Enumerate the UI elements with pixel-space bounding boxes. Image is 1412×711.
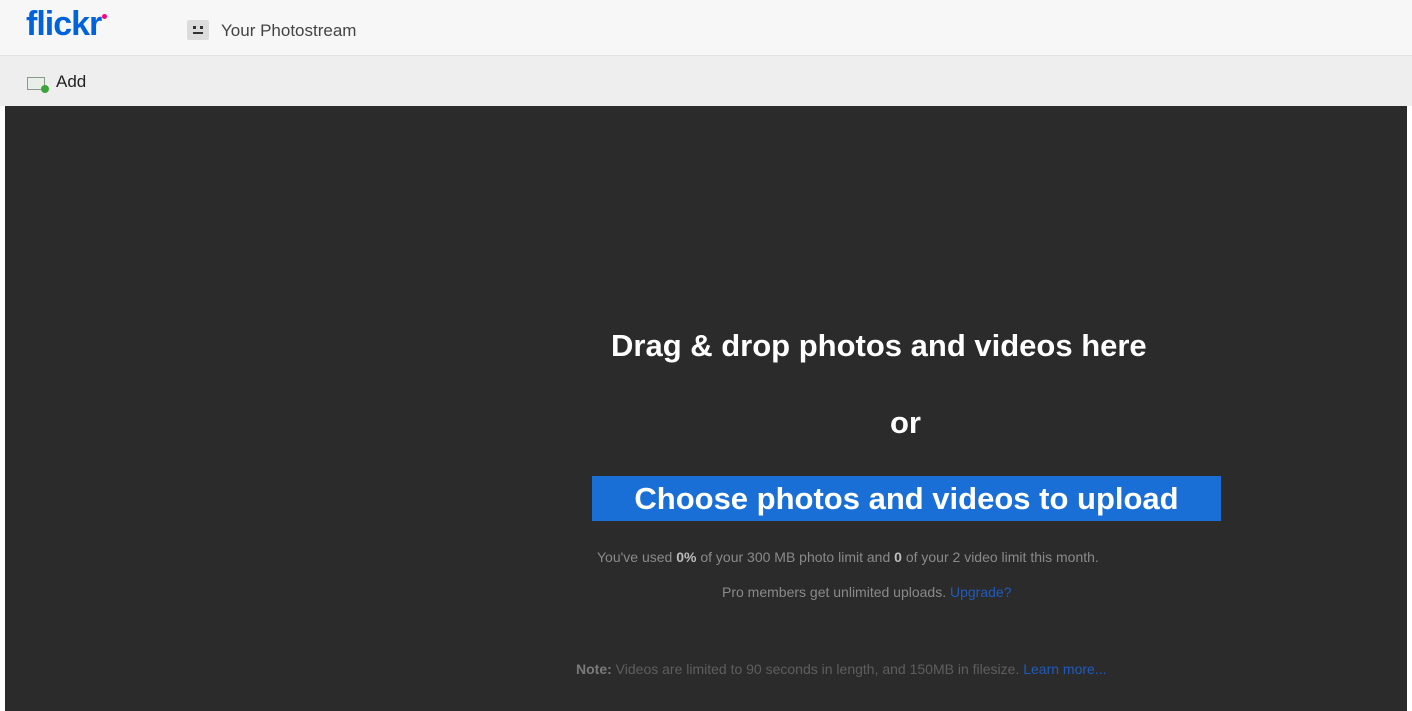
usage-videos: 0 [894, 549, 902, 565]
choose-files-button[interactable]: Choose photos and videos to upload [592, 476, 1221, 521]
video-note: Note: Videos are limited to 90 seconds i… [576, 660, 1106, 678]
note-text: Videos are limited to 90 seconds in leng… [611, 661, 1024, 677]
usage-middle: of your 300 MB photo limit and [696, 549, 895, 565]
buddy-icon[interactable] [187, 20, 209, 40]
buddy-mouth-icon [193, 32, 203, 34]
pro-info: Pro members get unlimited uploads. Upgra… [722, 583, 1012, 601]
buddy-eye-icon [200, 26, 203, 29]
logo-dot-icon [102, 14, 108, 19]
pro-text: Pro members get unlimited uploads. [722, 584, 950, 600]
add-photo-icon [27, 77, 49, 93]
upload-toolbar: Add [0, 56, 1412, 106]
learn-more-link[interactable]: Learn more... [1023, 661, 1106, 677]
note-label: Note: [576, 661, 612, 677]
add-label: Add [56, 72, 87, 91]
top-bar: flickr Your Photostream [0, 0, 1412, 56]
usage-info: You've used 0% of your 300 MB photo limi… [597, 548, 1099, 566]
logo-text-r: r [89, 5, 102, 43]
buddy-eye-icon [193, 26, 196, 29]
usage-percent: 0% [676, 549, 697, 565]
flickr-logo[interactable]: flickr [26, 4, 108, 44]
plus-icon [41, 85, 49, 93]
upgrade-link[interactable]: Upgrade? [950, 584, 1012, 600]
drag-drop-heading: Drag & drop photos and videos here [611, 328, 1147, 363]
or-separator: or [890, 405, 921, 440]
usage-prefix: You've used [597, 549, 677, 565]
drop-zone[interactable] [5, 106, 1407, 711]
your-photostream-link[interactable]: Your Photostream [221, 20, 356, 42]
logo-text: flick [26, 5, 90, 43]
usage-suffix: of your 2 video limit this month. [901, 549, 1099, 565]
